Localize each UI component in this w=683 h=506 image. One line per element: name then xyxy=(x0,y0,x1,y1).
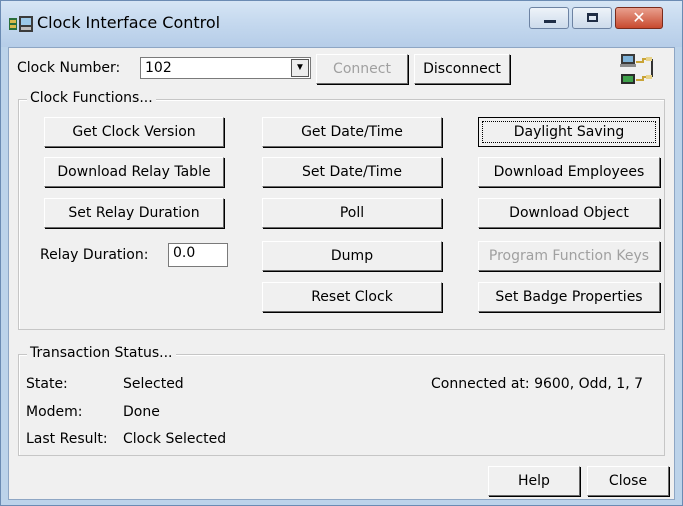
download-object-button[interactable]: Download Object xyxy=(478,198,660,228)
modem-value: Done xyxy=(123,404,160,420)
last-result-label: Last Result: xyxy=(26,431,108,447)
maximize-button[interactable] xyxy=(572,7,612,29)
clock-number-value: 102 xyxy=(145,60,172,76)
state-label: State: xyxy=(26,376,68,392)
help-button[interactable]: Help xyxy=(488,466,580,496)
connect-button[interactable]: Connect xyxy=(316,54,408,84)
poll-button[interactable]: Poll xyxy=(262,198,442,228)
close-icon: ✕ xyxy=(632,8,646,27)
reset-clock-button[interactable]: Reset Clock xyxy=(262,282,442,312)
connection-info: Connected at: 9600, Odd, 1, 7 xyxy=(431,376,644,392)
clock-number-label: Clock Number: xyxy=(17,60,121,76)
get-clock-version-button[interactable]: Get Clock Version xyxy=(44,117,224,147)
close-button[interactable]: Close xyxy=(587,466,669,496)
app-icon xyxy=(9,16,33,32)
disconnect-button[interactable]: Disconnect xyxy=(414,54,510,84)
transaction-status-title: Transaction Status... xyxy=(27,345,176,361)
daylight-saving-button[interactable]: Daylight Saving xyxy=(478,117,660,147)
clock-interface-window: Clock Interface Control ✕ Clock Number: … xyxy=(0,0,683,506)
get-date-time-button[interactable]: Get Date/Time xyxy=(262,117,442,147)
chevron-down-icon[interactable]: ▼ xyxy=(291,59,309,77)
set-badge-properties-button[interactable]: Set Badge Properties xyxy=(478,282,660,312)
network-connection-icon xyxy=(620,54,653,84)
minimize-button[interactable] xyxy=(529,7,569,29)
relay-duration-input[interactable]: 0.0 xyxy=(168,243,228,267)
clock-functions-title: Clock Functions... xyxy=(27,90,156,106)
state-value: Selected xyxy=(123,376,184,392)
set-relay-duration-button[interactable]: Set Relay Duration xyxy=(44,198,224,228)
focus-indicator xyxy=(482,121,656,143)
window-title: Clock Interface Control xyxy=(37,13,221,32)
dialog-client-area: Clock Number: 102 ▼ Connect Disconnect C… xyxy=(8,47,675,500)
dump-button[interactable]: Dump xyxy=(262,241,442,271)
close-window-button[interactable]: ✕ xyxy=(615,7,663,29)
set-date-time-button[interactable]: Set Date/Time xyxy=(262,157,442,187)
clock-number-combo[interactable]: 102 ▼ xyxy=(140,57,311,79)
relay-duration-label: Relay Duration: xyxy=(40,247,149,263)
download-employees-button[interactable]: Download Employees xyxy=(478,157,660,187)
modem-label: Modem: xyxy=(26,404,83,420)
download-relay-table-button[interactable]: Download Relay Table xyxy=(44,157,224,187)
minimize-icon xyxy=(544,20,556,23)
maximize-icon xyxy=(587,13,598,22)
transaction-status-group: Transaction Status... xyxy=(18,345,665,456)
program-function-keys-button[interactable]: Program Function Keys xyxy=(478,241,660,271)
title-bar[interactable]: Clock Interface Control ✕ xyxy=(1,1,682,47)
last-result-value: Clock Selected xyxy=(123,431,227,447)
